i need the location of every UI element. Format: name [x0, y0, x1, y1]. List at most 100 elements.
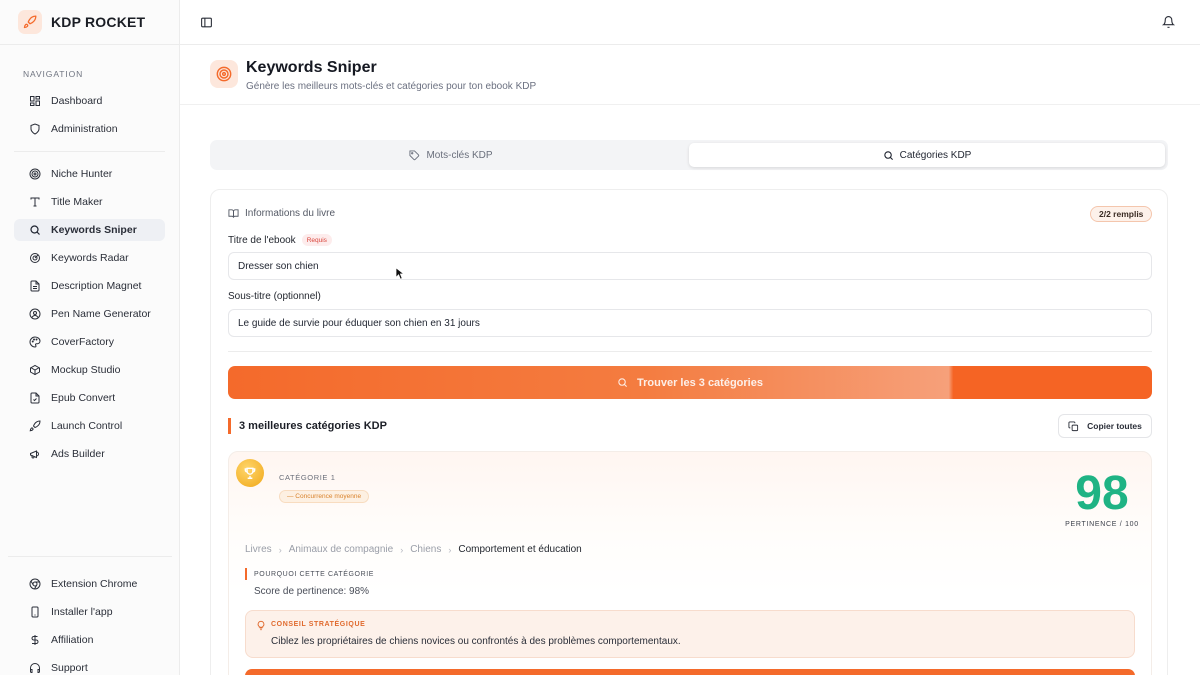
- sidebar-item-epub-convert[interactable]: Epub Convert: [14, 387, 165, 409]
- breadcrumb-item[interactable]: Animaux de compagnie: [289, 544, 394, 555]
- sidebar-item-label: Niche Hunter: [51, 168, 113, 180]
- sidebar-item-label: Administration: [51, 123, 118, 135]
- smartphone-icon: [28, 606, 41, 619]
- search-icon: [617, 377, 628, 388]
- filled-count-badge: 2/2 remplis: [1090, 206, 1153, 222]
- sidebar: KDP ROCKET NAVIGATION Dashboard Administ…: [0, 0, 180, 675]
- sidebar-item-label: CoverFactory: [51, 336, 115, 348]
- sidebar-toggle-icon[interactable]: [200, 16, 213, 29]
- sidebar-item-keywords-radar[interactable]: Keywords Radar: [14, 247, 165, 269]
- ebook-title-value: Dresser son chien: [238, 260, 319, 272]
- sidebar-item-label: Affiliation: [51, 634, 94, 646]
- dollar-icon: [28, 634, 41, 647]
- box-icon: [28, 364, 41, 377]
- sidebar-item-label: Description Magnet: [51, 280, 142, 292]
- tab-bar: Mots-clés KDP Catégories KDP: [210, 140, 1168, 170]
- section-header: Informations du livre: [228, 208, 335, 219]
- tag-icon: [409, 149, 420, 161]
- copy-icon: [1068, 420, 1079, 432]
- sidebar-item-label: Dashboard: [51, 95, 103, 107]
- sidebar-item-title-maker[interactable]: Title Maker: [14, 191, 165, 213]
- target-icon: [210, 60, 238, 88]
- sidebar-item-keywords-sniper[interactable]: Keywords Sniper: [14, 219, 165, 241]
- book-open-icon: [228, 208, 239, 219]
- breadcrumb-item[interactable]: Chiens: [410, 544, 441, 555]
- tip-heading: CONSEIL STRATÉGIQUE: [271, 621, 366, 628]
- file-text-icon: [28, 280, 41, 293]
- sidebar-item-label: Title Maker: [51, 196, 103, 208]
- copy-all-label: Copier toutes: [1087, 421, 1142, 431]
- nav-divider: [8, 556, 172, 557]
- strategy-tip-box: [245, 610, 1135, 658]
- results-title: 3 meilleures catégories KDP: [228, 418, 387, 434]
- brand[interactable]: KDP ROCKET: [0, 0, 179, 45]
- rocket-logo-icon: [18, 10, 42, 34]
- type-icon: [28, 196, 41, 209]
- section-title: Informations du livre: [245, 208, 336, 219]
- sidebar-item-label: Ads Builder: [51, 448, 105, 460]
- category-label: CATÉGORIE 1: [279, 473, 336, 482]
- grid-icon: [28, 95, 41, 108]
- sidebar-item-coverfactory[interactable]: CoverFactory: [14, 331, 165, 353]
- sidebar-item-description-magnet[interactable]: Description Magnet: [14, 275, 165, 297]
- why-heading: POURQUOI CETTE CATÉGORIE: [245, 568, 374, 580]
- nav-heading: NAVIGATION: [23, 69, 84, 79]
- find-categories-label: Trouver les 3 catégories: [637, 376, 763, 389]
- sidebar-item-pen-name-generator[interactable]: Pen Name Generator: [14, 303, 165, 325]
- tip-text: Ciblez les propriétaires de chiens novic…: [271, 636, 681, 647]
- competition-badge: — Concurrence moyenne: [279, 490, 370, 503]
- subtitle-input[interactable]: Le guide de survie pour éduquer son chie…: [228, 309, 1152, 337]
- nav-divider: [14, 151, 165, 152]
- sidebar-item-label: Launch Control: [51, 420, 123, 432]
- headphones-icon: [28, 662, 41, 675]
- page-title: Keywords Sniper: [246, 59, 377, 76]
- bell-icon[interactable]: [1161, 15, 1176, 29]
- sidebar-item-extension-chrome[interactable]: Extension Chrome: [14, 573, 165, 595]
- user-circle-icon: [28, 308, 41, 321]
- trophy-icon: [236, 459, 264, 487]
- sidebar-item-label: Mockup Studio: [51, 364, 121, 376]
- ebook-title-input[interactable]: Dresser son chien: [228, 252, 1152, 280]
- find-categories-button[interactable]: Trouver les 3 catégories: [228, 366, 1152, 399]
- sidebar-item-launch-control[interactable]: Launch Control: [14, 415, 165, 437]
- copy-all-button[interactable]: Copier toutes: [1058, 414, 1152, 438]
- breadcrumb-item[interactable]: Livres: [245, 544, 272, 555]
- why-text: Score de pertinence: 98%: [254, 586, 370, 597]
- search-icon: [28, 224, 41, 237]
- rocket-icon: [28, 420, 41, 433]
- title-label: Titre de l'ebook Requis: [228, 234, 332, 246]
- shield-icon: [28, 123, 41, 136]
- megaphone-icon: [28, 448, 41, 461]
- sidebar-item-niche-hunter[interactable]: Niche Hunter: [14, 163, 165, 185]
- tab-mots-cles[interactable]: Mots-clés KDP: [213, 143, 689, 167]
- file-convert-icon: [28, 392, 41, 405]
- sidebar-item-installer-app[interactable]: Installer l'app: [14, 601, 165, 623]
- form-divider: [228, 351, 1152, 352]
- sidebar-item-label: Support: [51, 662, 88, 674]
- subtitle-label-text: Sous-titre (optionnel): [228, 291, 321, 302]
- top-bar: [180, 0, 1200, 45]
- relevance-score: 98: [1075, 467, 1129, 520]
- title-label-text: Titre de l'ebook: [228, 234, 296, 246]
- breadcrumb-item-current: Comportement et éducation: [458, 544, 582, 555]
- sidebar-item-support[interactable]: Support: [14, 657, 165, 675]
- tab-label: Catégories KDP: [899, 149, 972, 161]
- page-subtitle: Génère les meilleurs mots-clés et catégo…: [246, 81, 537, 92]
- sidebar-item-label: Keywords Sniper: [51, 224, 137, 236]
- subtitle-value: Le guide de survie pour éduquer son chie…: [238, 317, 480, 329]
- sidebar-item-label: Extension Chrome: [51, 578, 138, 590]
- sidebar-item-administration[interactable]: Administration: [14, 118, 165, 140]
- subtitle-label: Sous-titre (optionnel): [228, 291, 321, 302]
- tab-label: Mots-clés KDP: [426, 149, 493, 161]
- sidebar-item-affiliation[interactable]: Affiliation: [14, 629, 165, 651]
- page-header: Keywords Sniper Génère les meilleurs mot…: [180, 45, 1200, 105]
- sidebar-item-mockup-studio[interactable]: Mockup Studio: [14, 359, 165, 381]
- sidebar-item-label: Pen Name Generator: [51, 308, 151, 320]
- palette-icon: [28, 336, 41, 349]
- sidebar-item-label: Installer l'app: [51, 606, 113, 618]
- tab-categories[interactable]: Catégories KDP: [689, 143, 1165, 167]
- sidebar-item-ads-builder[interactable]: Ads Builder: [14, 443, 165, 465]
- sidebar-item-dashboard[interactable]: Dashboard: [14, 90, 165, 112]
- target-icon: [28, 168, 41, 181]
- category-action-button[interactable]: [245, 669, 1135, 675]
